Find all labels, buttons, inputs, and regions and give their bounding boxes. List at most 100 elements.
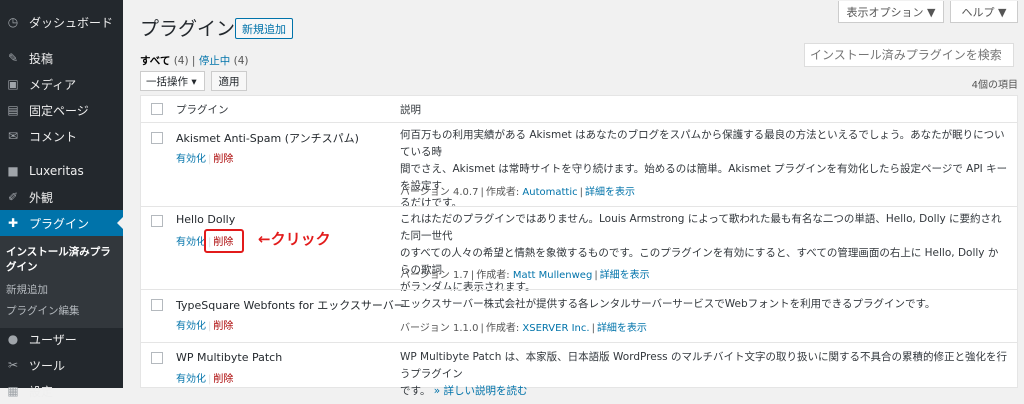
menu-tools[interactable]: ✂ ツール xyxy=(0,352,123,378)
menu-label: 固定ページ xyxy=(29,103,89,118)
row-actions: 有効化 | 削除 xyxy=(176,154,234,165)
plugin-name: TypeSquare Webfonts for エックスサーバー xyxy=(176,299,405,312)
select-all-checkbox[interactable] xyxy=(151,103,163,115)
delete-highlight-box xyxy=(204,229,244,253)
click-annotation: ←クリック xyxy=(258,230,331,248)
theme-icon: ■ xyxy=(7,164,19,178)
menu-label: メディア xyxy=(29,77,77,92)
plugin-description: これはただのプラグインではありません。Louis Armstrong によって歌… xyxy=(400,211,1008,296)
media-icon: ▣ xyxy=(7,77,19,91)
menu-label: 外観 xyxy=(29,190,54,205)
menu-dashboard[interactable]: ◷ ダッシュボード xyxy=(0,9,123,35)
menu-label: ツール xyxy=(29,358,66,373)
menu-media[interactable]: ▣ メディア xyxy=(0,71,123,97)
plugin-meta: バージョン 4.0.7 | 作成者: Automattic | 詳細を表示 xyxy=(400,187,635,198)
settings-icon: ▦ xyxy=(7,384,19,398)
delete-link[interactable]: 削除 xyxy=(213,321,233,332)
plugin-description: エックスサーバー株式会社が提供する各レンタルサーバーサービスでWebフォントを利… xyxy=(400,296,1008,313)
submenu-add-new[interactable]: 新規追加 xyxy=(6,282,48,297)
items-count: 4個の項目 xyxy=(971,80,1018,91)
menu-label: 投稿 xyxy=(29,51,54,66)
plugin-description: WP Multibyte Patch は、本家版、日本語版 WordPress … xyxy=(400,349,1008,400)
help-button[interactable]: ヘルプ ▼ xyxy=(950,1,1018,23)
menu-pages[interactable]: ▤ 固定ページ xyxy=(0,97,123,123)
version-label: バージョン xyxy=(400,270,450,281)
desc-text: です。 xyxy=(400,385,431,397)
dashboard-icon: ◷ xyxy=(7,15,19,29)
filter-all-count: (4) xyxy=(173,55,189,67)
menu-plugins[interactable]: ✚ プラグイン xyxy=(0,210,123,236)
divider xyxy=(141,289,1017,290)
row-checkbox[interactable] xyxy=(151,352,163,364)
submenu-installed-plugins[interactable]: インストール済みプラグイン xyxy=(6,245,118,275)
plugin-meta: バージョン 1.7 | 作成者: Matt Mullenweg | 詳細を表示 xyxy=(400,270,650,281)
delete-link[interactable]: 削除 xyxy=(213,154,233,165)
divider xyxy=(141,206,1017,207)
add-new-button[interactable]: 新規追加 xyxy=(235,18,293,39)
menu-appearance[interactable]: ✐ 外観 xyxy=(0,184,123,210)
filter-links: すべて (4) | 停止中 (4) xyxy=(140,53,249,68)
page-title: プラグイン xyxy=(140,18,236,40)
plugins-submenu: インストール済みプラグイン 新規追加 プラグイン編集 xyxy=(0,236,123,328)
desc-line: がランダムに表示されます。 xyxy=(400,281,536,293)
page-icon: ▤ xyxy=(7,103,19,117)
pin-icon: ✎ xyxy=(7,51,19,65)
plugin-search-input[interactable] xyxy=(804,43,1014,67)
admin-sidebar: ◷ ダッシュボード ✎ 投稿 ▣ メディア ▤ 固定ページ ✉ コメント ■ L… xyxy=(0,0,123,399)
activate-link[interactable]: 有効化 xyxy=(176,321,206,332)
menu-settings[interactable]: ▦ 設定 xyxy=(0,378,123,404)
plugin-icon: ✚ xyxy=(7,216,19,230)
plugin-name: Akismet Anti-Spam (アンチスパム) xyxy=(176,132,359,145)
desc-line: エックスサーバー株式会社が提供する各レンタルサーバーサービスでWebフォントを利… xyxy=(400,298,936,310)
menu-users[interactable]: ● ユーザー xyxy=(0,326,123,352)
brush-icon: ✐ xyxy=(7,190,19,204)
row-checkbox[interactable] xyxy=(151,215,163,227)
divider xyxy=(141,342,1017,343)
version-label: バージョン xyxy=(400,323,450,334)
row-checkbox[interactable] xyxy=(151,299,163,311)
author-link[interactable]: Matt Mullenweg xyxy=(513,270,592,281)
details-link[interactable]: 詳細を表示 xyxy=(597,323,647,334)
tool-icon: ✂ xyxy=(7,358,19,372)
details-link[interactable]: 詳細を表示 xyxy=(600,270,650,281)
divider xyxy=(141,122,1017,123)
plugin-name: Hello Dolly xyxy=(176,213,236,226)
submenu-plugin-editor[interactable]: プラグイン編集 xyxy=(6,303,80,318)
read-more-link[interactable]: » 詳しい説明を読む xyxy=(434,385,528,397)
menu-label: ユーザー xyxy=(29,332,77,347)
filter-inactive[interactable]: 停止中 xyxy=(199,55,231,67)
version-value: 1.1.0 xyxy=(453,323,479,334)
menu-luxeritas[interactable]: ■ Luxeritas xyxy=(0,158,123,184)
activate-link[interactable]: 有効化 xyxy=(176,154,206,165)
plugin-name: WP Multibyte Patch xyxy=(176,351,283,364)
screen-options-button[interactable]: 表示オプション ▼ xyxy=(838,1,944,23)
plugin-meta: バージョン 1.1.0 | 作成者: XSERVER Inc. | 詳細を表示 xyxy=(400,323,647,334)
activate-link[interactable]: 有効化 xyxy=(176,374,206,385)
author-link[interactable]: XSERVER Inc. xyxy=(522,323,589,334)
menu-posts[interactable]: ✎ 投稿 xyxy=(0,45,123,71)
version-value: 1.7 xyxy=(453,270,469,281)
version-label: バージョン xyxy=(400,187,450,198)
comment-icon: ✉ xyxy=(7,129,19,143)
menu-label: ダッシュボード xyxy=(29,15,114,30)
filter-separator: | xyxy=(191,55,196,67)
desc-line: WP Multibyte Patch は、本家版、日本語版 WordPress … xyxy=(400,351,1007,380)
bulk-action-select[interactable]: 一括操作 ▾ xyxy=(140,71,205,91)
delete-link[interactable]: 削除 xyxy=(213,374,233,385)
row-checkbox[interactable] xyxy=(151,132,163,144)
details-link[interactable]: 詳細を表示 xyxy=(585,187,635,198)
row-actions: 有効化 | 削除 xyxy=(176,374,234,385)
apply-button[interactable]: 適用 xyxy=(211,71,247,91)
author-label: 作成者: xyxy=(485,323,520,334)
menu-label: Luxeritas xyxy=(29,164,84,178)
author-link[interactable]: Automattic xyxy=(522,187,577,198)
menu-comments[interactable]: ✉ コメント xyxy=(0,123,123,149)
menu-label: プラグイン xyxy=(29,216,90,231)
filter-all[interactable]: すべて xyxy=(140,55,170,67)
author-label: 作成者: xyxy=(476,270,510,281)
filter-inactive-count: (4) xyxy=(233,55,249,67)
plugin-description: 何百万もの利用実績がある Akismet はあなたのブログをスパムから保護する最… xyxy=(400,127,1008,212)
activate-link[interactable]: 有効化 xyxy=(176,237,206,248)
menu-label: 設定 xyxy=(29,384,54,399)
column-header-plugin[interactable]: プラグイン xyxy=(176,102,229,117)
